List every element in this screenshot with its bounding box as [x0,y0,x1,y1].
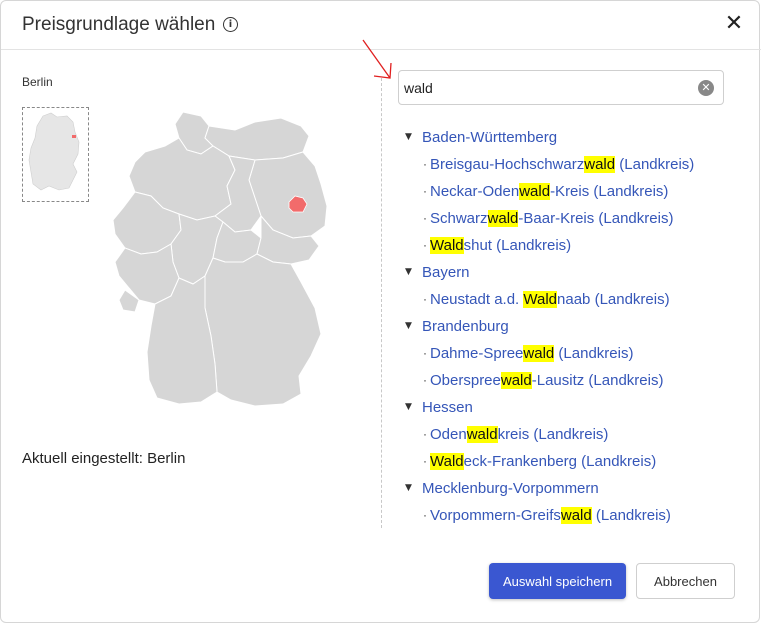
bullet-icon: · [423,238,427,252]
search-match-highlight: Wald [523,291,558,308]
tree-district-link[interactable]: Schwarzwald-Baar-Kreis (Landkreis) [430,205,673,232]
tree-district-row: · Neckar-Odenwald-Kreis (Landkreis) [405,178,745,205]
map-state-bayern[interactable] [204,253,322,407]
tree-state-row: ▼ Bayern [405,259,745,286]
tree-district-row: · Vorpommern-Greifswald (Landkreis) [405,502,745,529]
bullet-icon: · [423,292,427,306]
tree-state-label[interactable]: Baden-Württemberg [422,124,557,151]
overview-map[interactable] [22,107,89,202]
search-box: ✕ [398,70,724,105]
tree-district-row: · Schwarzwald-Baar-Kreis (Landkreis) [405,205,745,232]
tree-state-label[interactable]: Hessen [422,394,473,421]
tree-state-row: ▼ Hessen [405,394,745,421]
tree-district-link[interactable]: Neustadt a.d. Waldnaab (Landkreis) [430,286,670,313]
tree-state-row: ▼ Baden-Württemberg [405,124,745,151]
caret-down-icon[interactable]: ▼ [405,394,415,421]
tree-district-row: · Waldshut (Landkreis) [405,232,745,259]
overview-map-germany [28,112,80,191]
caret-down-icon[interactable]: ▼ [405,124,415,151]
caret-down-icon[interactable]: ▼ [405,313,415,340]
search-match-highlight: wald [523,345,555,362]
tree-state-label[interactable]: Brandenburg [422,313,509,340]
search-match-highlight: wald [466,426,498,443]
cancel-button[interactable]: Abbrechen [636,563,735,599]
caret-down-icon[interactable]: ▼ [405,259,415,286]
overview-berlin-marker [72,135,76,138]
annotation-arrow-icon [362,39,392,79]
search-match-highlight: wald [584,156,616,173]
caret-down-icon[interactable]: ▼ [405,475,415,502]
bullet-icon: · [423,346,427,360]
close-icon[interactable]: ✕ [723,13,745,35]
tree-district-link[interactable]: Waldeck-Frankenberg (Landkreis) [430,448,656,475]
bullet-icon: · [423,373,427,387]
tree-district-row: · Breisgau-Hochschwarzwald (Landkreis) [405,151,745,178]
search-match-highlight: wald [487,210,519,227]
bullet-icon: · [423,211,427,225]
tree-district-link[interactable]: Vorpommern-Greifswald (Landkreis) [430,502,671,529]
search-input[interactable] [404,78,684,98]
tree-district-row: · Dahme-Spreewald (Landkreis) [405,340,745,367]
bullet-icon: · [423,427,427,441]
tree-state-label[interactable]: Mecklenburg-Vorpommern [422,475,599,502]
tree-district-row: · Oberspreewald-Lausitz (Landkreis) [405,367,745,394]
tree-district-link[interactable]: Dahme-Spreewald (Landkreis) [430,340,633,367]
search-match-highlight: Wald [430,453,464,470]
germany-map[interactable] [105,112,350,422]
tree-district-link[interactable]: Waldshut (Landkreis) [430,232,571,259]
search-match-highlight: wald [560,507,592,524]
clear-search-icon[interactable]: ✕ [698,80,714,96]
map-panel: Berlin Aktuell eingestellt: Berlin [1,50,381,530]
tree-district-row: · Odenwaldkreis (Landkreis) [405,421,745,448]
bullet-icon: · [423,454,427,468]
tree-district-link[interactable]: Breisgau-Hochschwarzwald (Landkreis) [430,151,694,178]
dialog-title: Preisgrundlage wählen [22,14,216,35]
save-selection-button[interactable]: Auswahl speichern [489,563,626,599]
search-match-highlight: Wald [430,237,464,254]
tree-state-row: ▼ Brandenburg [405,313,745,340]
tree-state-row: ▼ Mecklenburg-Vorpommern [405,475,745,502]
region-label: Berlin [22,75,53,89]
tree-district-row: · Waldeck-Frankenberg (Landkreis) [405,448,745,475]
bullet-icon: · [423,184,427,198]
info-icon[interactable]: i [223,17,238,32]
tree-state-label[interactable]: Bayern [422,259,470,286]
region-tree: ▼ Baden-Württemberg · Breisgau-Hochschwarzw… [405,124,745,529]
panel-divider [381,78,382,528]
bullet-icon: · [423,508,427,522]
search-match-highlight: wald [500,372,532,389]
search-match-highlight: wald [519,183,551,200]
current-selection-label: Aktuell eingestellt: Berlin [22,450,186,467]
tree-district-row: · Neustadt a.d. Waldnaab (Landkreis) [405,286,745,313]
bullet-icon: · [423,157,427,171]
tree-district-link[interactable]: Oberspreewald-Lausitz (Landkreis) [430,367,663,394]
tree-district-link[interactable]: Odenwaldkreis (Landkreis) [430,421,608,448]
tree-district-link[interactable]: Neckar-Odenwald-Kreis (Landkreis) [430,178,668,205]
